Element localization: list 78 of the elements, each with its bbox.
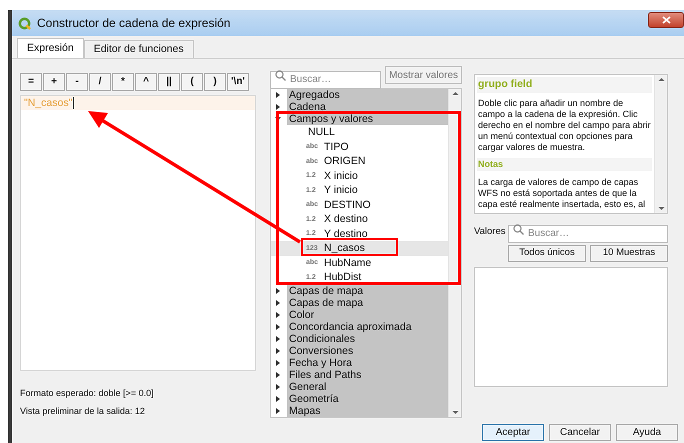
tree-category[interactable]: Condicionales bbox=[287, 332, 448, 344]
tree-category[interactable]: Files and Paths bbox=[287, 368, 448, 380]
show-values-button[interactable]: Mostrar valores bbox=[385, 66, 462, 84]
tree-category[interactable]: Color bbox=[287, 308, 448, 320]
field-name: N_casos bbox=[324, 241, 365, 256]
scroll-up-arrow-icon[interactable] bbox=[452, 89, 458, 97]
operator-button[interactable]: || bbox=[158, 73, 180, 91]
expand-arrow-icon[interactable] bbox=[275, 324, 281, 330]
tree-category[interactable]: General bbox=[287, 380, 448, 392]
expand-arrow-icon[interactable] bbox=[275, 348, 281, 354]
field-name: NULL bbox=[308, 125, 335, 140]
expand-arrow-icon[interactable] bbox=[275, 104, 281, 110]
expand-arrow-icon[interactable] bbox=[275, 384, 281, 390]
expand-arrow-icon[interactable] bbox=[275, 372, 281, 378]
expand-arrow-icon[interactable] bbox=[275, 408, 281, 414]
field-name: Y inicio bbox=[324, 183, 358, 198]
tree-category[interactable]: Campos y valores bbox=[287, 113, 448, 125]
values-search-field[interactable]: Buscar… bbox=[508, 224, 668, 242]
search-icon bbox=[275, 70, 286, 81]
output-preview-text: Vista preliminar de la salida: 12 bbox=[20, 404, 146, 418]
expand-arrow-icon[interactable] bbox=[275, 92, 281, 98]
text-cursor bbox=[73, 97, 74, 109]
field-name: HubDist bbox=[324, 270, 362, 284]
help-title: grupo field bbox=[477, 77, 652, 93]
close-icon bbox=[662, 16, 670, 24]
values-label: Valores bbox=[474, 224, 507, 239]
tree-category[interactable]: Geometría bbox=[287, 392, 448, 404]
tree-category[interactable]: Capas de mapa bbox=[287, 296, 448, 308]
field-name: X inicio bbox=[324, 168, 358, 183]
tree-category[interactable]: Agregados bbox=[287, 89, 448, 101]
field-name: ORIGEN bbox=[324, 154, 366, 168]
notes-title: Notas bbox=[477, 158, 652, 172]
tree-category[interactable]: Fecha y Hora bbox=[287, 356, 448, 368]
operator-button[interactable]: / bbox=[89, 73, 111, 91]
expand-arrow-icon[interactable] bbox=[275, 288, 281, 294]
help-text: Doble clic para añadir un nombre de campo a la cadena de la expresión. Clic derecho en el nombre del campo para abrir un menú contextual con opciones para cargar valores de muestra. bbox=[477, 98, 652, 153]
scrollbar[interactable] bbox=[654, 75, 667, 213]
search-field[interactable]: Buscar… bbox=[270, 70, 382, 88]
expand-arrow-icon[interactable] bbox=[275, 300, 281, 306]
operator-button[interactable]: - bbox=[66, 73, 88, 91]
expand-arrow-icon[interactable] bbox=[275, 336, 281, 342]
expand-arrow-icon[interactable] bbox=[275, 312, 281, 318]
tree-category[interactable]: Concordancia aproximada bbox=[287, 320, 448, 332]
scroll-down-arrow-icon[interactable] bbox=[658, 205, 664, 213]
expand-arrow-icon[interactable] bbox=[275, 396, 281, 402]
tree-category[interactable]: Mapas bbox=[287, 404, 448, 416]
tab[interactable]: Editor de funciones bbox=[84, 40, 194, 58]
operator-button[interactable]: ( bbox=[181, 73, 203, 91]
close-button[interactable] bbox=[648, 12, 684, 28]
operator-button[interactable]: ) bbox=[204, 73, 226, 91]
operator-button[interactable]: + bbox=[43, 73, 65, 91]
operator-button[interactable]: '\n' bbox=[227, 73, 249, 91]
operator-button[interactable]: ^ bbox=[135, 73, 157, 91]
scroll-up-arrow-icon[interactable] bbox=[658, 75, 664, 83]
expand-arrow-icon[interactable] bbox=[275, 360, 281, 366]
values-button[interactable]: 10 Muestras bbox=[590, 245, 668, 262]
tab[interactable]: Expresión bbox=[17, 38, 84, 58]
collapse-arrow-icon[interactable] bbox=[275, 116, 281, 122]
field-name: X destino bbox=[324, 212, 368, 226]
app-logo-icon bbox=[18, 16, 31, 30]
window-title: Constructor de cadena de expresión bbox=[37, 15, 230, 32]
operator-button[interactable]: = bbox=[20, 73, 42, 91]
scroll-down-arrow-icon[interactable] bbox=[452, 409, 458, 417]
notes-text: La carga de valores de campo de capas WFS no está soportada antes de que la capa esté realmente insertada, esto es, al bbox=[477, 177, 646, 210]
tree-category[interactable]: Conversiones bbox=[287, 344, 448, 356]
operator-button[interactable]: * bbox=[112, 73, 134, 91]
field-name: TIPO bbox=[324, 140, 349, 154]
dialog-button[interactable]: Cancelar bbox=[549, 424, 611, 441]
expression-text: "N_casos" bbox=[24, 96, 72, 110]
search-icon bbox=[513, 224, 524, 235]
values-button[interactable]: Todos únicos bbox=[508, 245, 586, 262]
dialog-button[interactable]: Ayuda bbox=[616, 424, 678, 441]
tree-category[interactable]: Capas de mapa bbox=[287, 284, 448, 296]
dialog-button[interactable]: Aceptar bbox=[482, 424, 544, 441]
expected-format-text: Formato esperado: doble [>= 0.0] bbox=[20, 387, 155, 400]
field-name: Y destino bbox=[324, 226, 368, 241]
field-name: HubName bbox=[324, 256, 372, 270]
field-name: DESTINO bbox=[324, 198, 371, 212]
